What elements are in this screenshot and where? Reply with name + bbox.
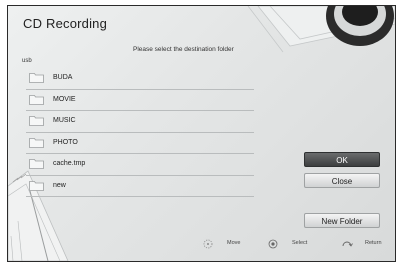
cup-decoration: [326, 6, 394, 46]
folder-list: BUDA MOVIE MUSIC PHOTO cache.tmp new: [26, 68, 254, 197]
folder-icon: [29, 116, 44, 126]
page-title: CD Recording: [23, 16, 108, 31]
destination-prompt: Please select the destination folder: [133, 46, 234, 53]
new-folder-button[interactable]: New Folder: [304, 213, 380, 228]
ok-button[interactable]: OK: [304, 152, 380, 167]
dpad-icon: [203, 239, 213, 249]
folder-name: MOVIE: [53, 95, 76, 103]
close-button[interactable]: Close: [304, 173, 380, 188]
folder-icon: [29, 73, 44, 83]
folder-item-movie[interactable]: MOVIE: [26, 90, 254, 111]
folder-name: BUDA: [53, 74, 73, 81]
return-icon: [342, 241, 353, 247]
folder-item-photo[interactable]: PHOTO: [26, 133, 254, 154]
cd-recording-screen: CD Recording Please select the destinati…: [7, 5, 396, 262]
folder-icon: [29, 159, 44, 169]
folder-item-cache-tmp[interactable]: cache.tmp: [26, 154, 254, 176]
folder-icon: [29, 180, 44, 191]
folder-icon: [29, 137, 44, 148]
folder-icon: [29, 94, 44, 105]
folder-item-buda[interactable]: BUDA: [26, 68, 254, 90]
return-label: Return: [365, 240, 382, 246]
folder-item-music[interactable]: MUSIC: [26, 111, 254, 133]
folder-name: new: [53, 181, 66, 189]
folder-name: cache.tmp: [53, 160, 86, 167]
select-label: Select: [292, 240, 308, 246]
enter-button-icon: [268, 239, 278, 249]
move-label: Move: [227, 240, 241, 246]
folder-name: MUSIC: [53, 117, 76, 124]
folder-name: PHOTO: [53, 138, 78, 146]
folder-item-new[interactable]: new: [26, 176, 254, 197]
current-path: usb: [22, 58, 32, 64]
